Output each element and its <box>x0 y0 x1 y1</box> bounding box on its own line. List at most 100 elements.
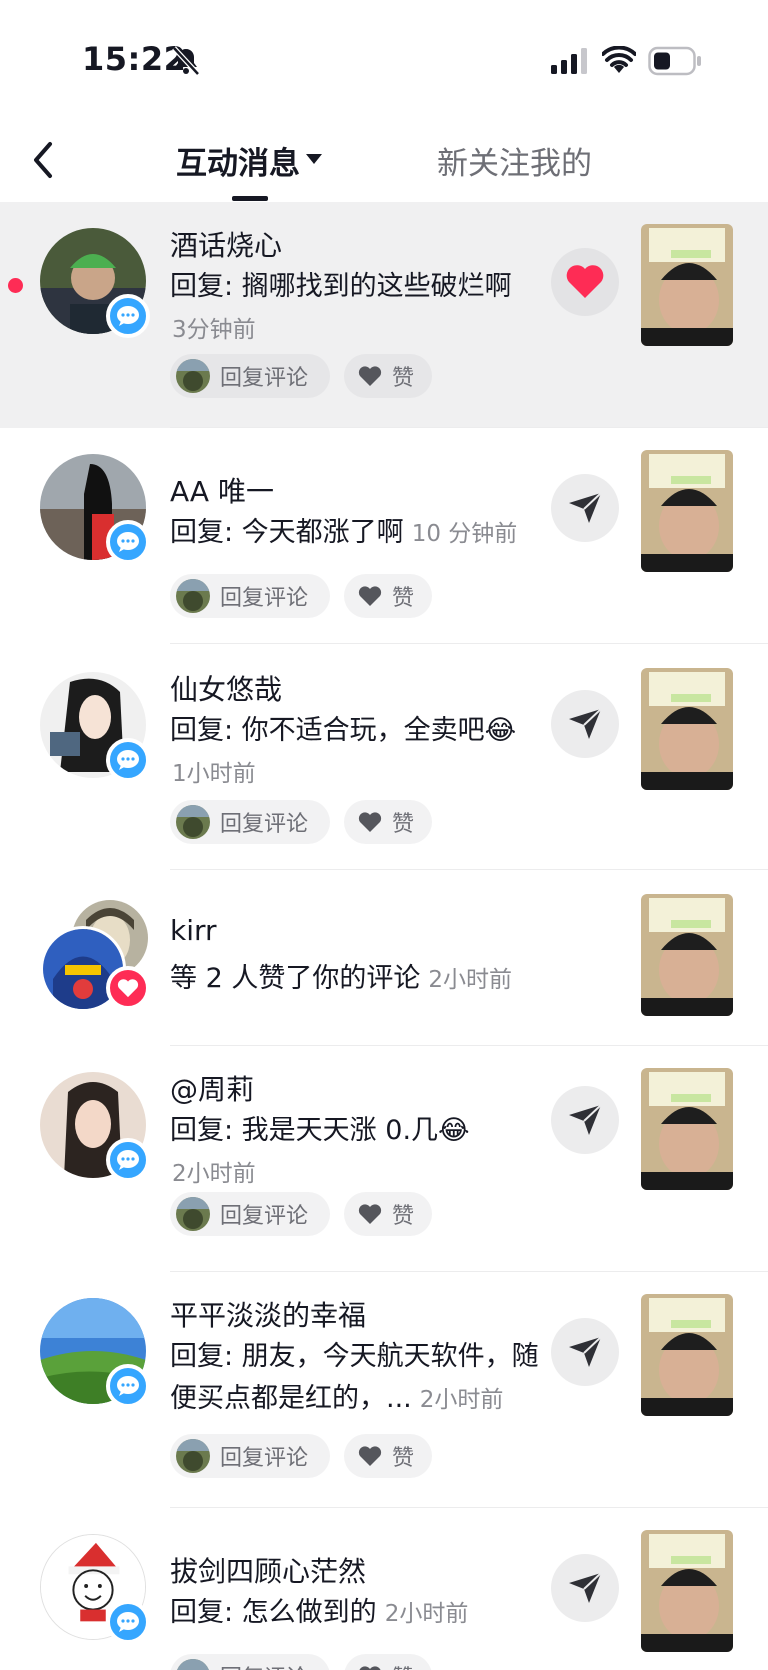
video-thumbnail[interactable] <box>641 224 733 346</box>
reply-comment-label: 回复评论 <box>220 1204 309 1229</box>
username[interactable]: AA 唯一 <box>170 470 274 510</box>
message-text: 回复: 怎么做到的 2小时前 <box>170 1592 540 1635</box>
tab-new-followers[interactable]: 新关注我的 <box>437 138 592 183</box>
list-item[interactable]: kirr 等 2 人赞了你的评论 2小时前 <box>0 870 768 1046</box>
reply-comment-label: 回复评论 <box>220 1446 309 1471</box>
wifi-icon <box>602 46 636 73</box>
send-button[interactable] <box>551 1086 619 1154</box>
like-button[interactable]: 赞 <box>344 354 432 398</box>
reply-comment-button[interactable]: 回复评论 <box>170 354 330 398</box>
message-text: 回复: 我是天天涨 0.几😂 <box>170 1110 540 1152</box>
video-thumbnail[interactable] <box>641 894 733 1016</box>
mini-avatar <box>176 1439 210 1473</box>
message-body: 等 2 人赞了你的评论 <box>170 963 421 994</box>
comment-badge-icon <box>106 520 150 564</box>
thumbnail-image <box>641 1294 733 1416</box>
timestamp: 3分钟前 <box>172 317 256 343</box>
bell-off-icon <box>172 46 200 76</box>
message-body: 回复: 你不适合玩，全卖吧😂 <box>170 715 517 746</box>
status-bar: 15:22 <box>0 0 768 120</box>
username[interactable]: @周莉 <box>170 1068 254 1108</box>
reply-comment-label: 回复评论 <box>220 366 309 391</box>
like-badge-icon <box>106 966 150 1010</box>
username[interactable]: 酒话烧心 <box>170 224 282 264</box>
message-text: 等 2 人赞了你的评论 2小时前 <box>170 958 570 1001</box>
nav-bar: 互动消息 新关注我的 <box>0 120 768 203</box>
send-button[interactable] <box>551 1554 619 1622</box>
like-button[interactable]: 赞 <box>344 1434 432 1478</box>
cellular-signal-icon <box>551 48 587 74</box>
send-button[interactable] <box>551 690 619 758</box>
message-body: 回复: 今天都涨了啊 <box>170 517 404 548</box>
comment-badge-icon <box>106 738 150 782</box>
back-arrow-icon[interactable] <box>28 140 62 180</box>
thumbnail-image <box>641 1530 733 1652</box>
comment-badge-icon <box>106 1364 150 1408</box>
reply-comment-label: 回复评论 <box>220 1660 308 1670</box>
mini-avatar <box>176 805 210 839</box>
message-text: 回复: 你不适合玩，全卖吧😂 <box>170 710 540 752</box>
heart-icon <box>359 1666 381 1670</box>
username[interactable]: kirr <box>170 914 217 947</box>
message-body: 回复: 怎么做到的 <box>170 1597 377 1628</box>
video-thumbnail[interactable] <box>641 1530 733 1652</box>
list-item[interactable]: 仙女悠哉 回复: 你不适合玩，全卖吧😂 1小时前 回复评论 赞 <box>0 644 768 870</box>
list-item[interactable]: 平平淡淡的幸福 回复: 朋友，今天航天软件，随便买点都是红的，... 2小时前 回… <box>0 1272 768 1508</box>
like-button[interactable]: 赞 <box>344 800 432 844</box>
caret-down-icon[interactable] <box>306 154 322 164</box>
heart-filled-icon <box>566 265 604 298</box>
send-button[interactable] <box>551 474 619 542</box>
message-text: 回复: 今天都涨了啊 10 分钟前 <box>170 512 540 555</box>
tab-active-indicator <box>232 196 268 201</box>
video-thumbnail[interactable] <box>641 450 733 572</box>
reply-comment-button[interactable]: 回复评论 <box>170 1434 330 1478</box>
message-text: 回复: 搁哪找到的这些破烂啊 <box>170 266 540 308</box>
reply-comment-button[interactable]: 回复评论 <box>170 800 330 844</box>
like-label: 赞 <box>392 586 415 611</box>
reply-comment-button[interactable]: 回复评论 <box>170 574 330 618</box>
video-thumbnail[interactable] <box>641 1068 733 1190</box>
status-time: 15:22 <box>82 40 187 78</box>
heart-icon <box>358 1204 382 1224</box>
list-item[interactable]: @周莉 回复: 我是天天涨 0.几😂 2小时前 回复评论 赞 <box>0 1046 768 1272</box>
like-button[interactable]: 赞 <box>344 574 432 618</box>
thumbnail-image <box>641 450 733 572</box>
thumbnail-image <box>641 1068 733 1190</box>
reply-comment-button[interactable]: 回复评论 <box>170 1654 330 1670</box>
timestamp: 2小时前 <box>428 967 512 993</box>
battery-icon <box>648 46 701 76</box>
like-button[interactable]: 赞 <box>344 1192 432 1236</box>
list-item[interactable]: AA 唯一 回复: 今天都涨了啊 10 分钟前 回复评论 赞 <box>0 428 768 644</box>
send-icon <box>569 492 602 523</box>
username[interactable]: 平平淡淡的幸福 <box>170 1294 366 1334</box>
timestamp: 10 分钟前 <box>411 521 518 547</box>
message-body: 回复: 搁哪找到的这些破烂啊 <box>170 271 512 302</box>
tab-interactions[interactable]: 互动消息 <box>176 138 300 183</box>
video-thumbnail[interactable] <box>641 668 733 790</box>
heart-icon <box>358 1446 382 1466</box>
like-label: 赞 <box>392 366 415 391</box>
mini-avatar <box>176 359 210 393</box>
like-label: 赞 <box>392 1446 415 1471</box>
video-thumbnail[interactable] <box>641 1294 733 1416</box>
liked-heart-button[interactable] <box>551 248 619 316</box>
send-icon <box>569 1336 602 1367</box>
like-button[interactable]: 赞 <box>344 1654 432 1670</box>
reply-comment-button[interactable]: 回复评论 <box>170 1192 330 1236</box>
thumbnail-image <box>641 668 733 790</box>
list-item[interactable]: 酒话烧心 回复: 搁哪找到的这些破烂啊 3分钟前 回复评论 赞 <box>0 202 768 428</box>
like-label: 赞 <box>392 812 415 837</box>
timestamp: 2小时前 <box>419 1387 504 1413</box>
list-item[interactable]: 拔剑四顾心茫然 回复: 怎么做到的 2小时前 回复评论 赞 <box>0 1508 768 1670</box>
send-icon <box>569 1104 602 1135</box>
timestamp: 2小时前 <box>384 1601 469 1627</box>
message-body: 回复: 我是天天涨 0.几😂 <box>170 1115 470 1146</box>
send-icon <box>569 708 602 739</box>
unread-dot <box>8 278 23 293</box>
reply-comment-label: 回复评论 <box>220 812 309 837</box>
comment-badge-icon <box>106 1138 150 1182</box>
username[interactable]: 仙女悠哉 <box>170 668 282 708</box>
username[interactable]: 拔剑四顾心茫然 <box>170 1550 366 1590</box>
mini-avatar <box>176 1659 210 1670</box>
send-button[interactable] <box>551 1318 619 1386</box>
